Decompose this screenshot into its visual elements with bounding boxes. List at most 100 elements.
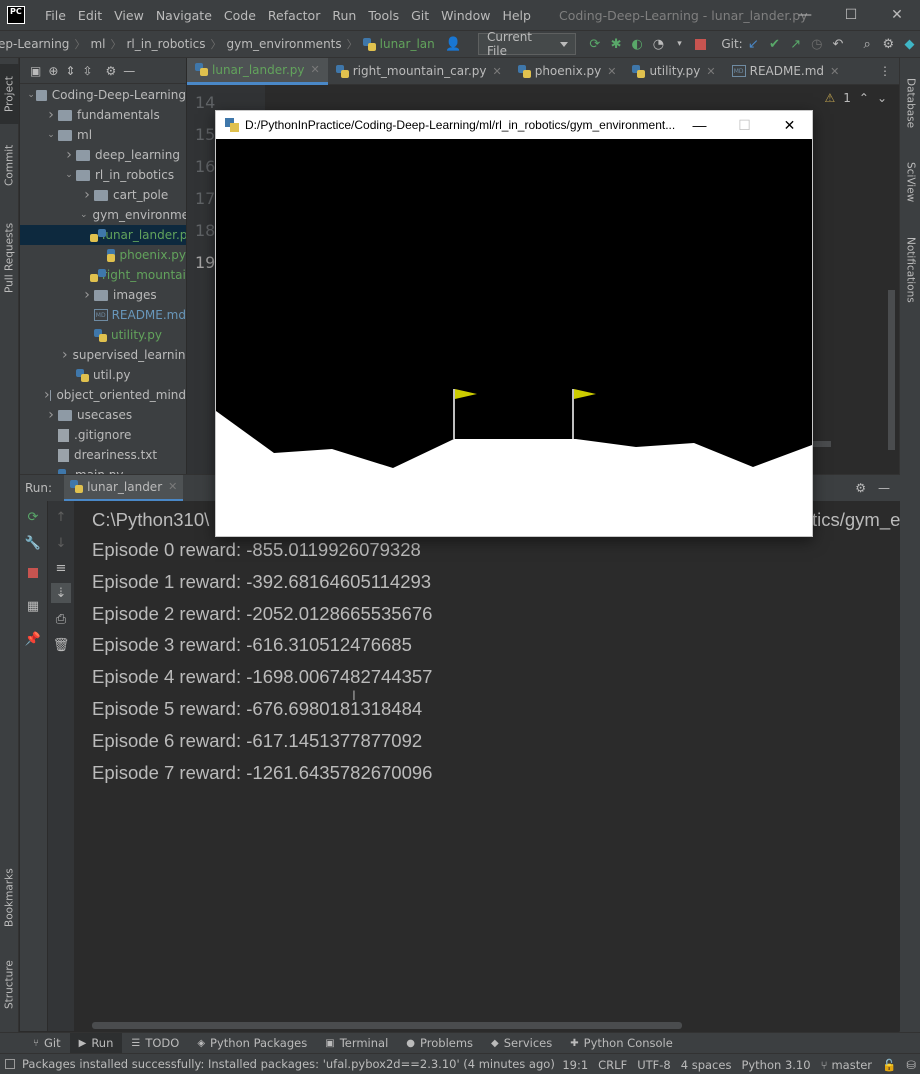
database-tool-tab[interactable]: Database [900, 68, 920, 138]
project-tree-item[interactable]: ⌄ gym_environments [20, 205, 186, 225]
close-icon[interactable]: ✕ [830, 65, 839, 78]
close-icon[interactable]: ✕ [168, 480, 177, 493]
print-icon[interactable]: ⎙ [51, 609, 71, 629]
git-commit-icon[interactable]: ✔ [764, 33, 785, 55]
previous-highlight-icon[interactable]: ⌃ [859, 91, 869, 105]
git-branch-widget[interactable]: ⑂ master [821, 1058, 872, 1072]
project-tree-item[interactable]: › fundamentals [20, 105, 186, 125]
pull-requests-tool-tab[interactable]: Pull Requests [0, 208, 19, 308]
pin-icon[interactable]: 📌 [23, 629, 43, 649]
editor-scrollbar[interactable] [888, 290, 895, 450]
close-icon[interactable]: ✕ [311, 63, 320, 76]
chevron-down-icon[interactable]: ⌄ [62, 170, 76, 180]
inspection-widget[interactable]: ⚠ 1 ⌃ ⌄ [824, 91, 887, 105]
edit-config-icon[interactable]: 🔧 [23, 533, 43, 553]
breadcrumb-item[interactable]: gym_environments [227, 37, 342, 51]
project-tree-item[interactable]: › cart_pole [20, 185, 186, 205]
status-square-icon[interactable] [5, 1059, 15, 1069]
project-tree-item[interactable]: phoenix.py [20, 245, 186, 265]
chevron-down-icon[interactable]: ⌄ [80, 210, 88, 220]
breadcrumb-item[interactable]: rl_in_robotics [126, 37, 205, 51]
scroll-down-icon[interactable]: ↓ [51, 533, 71, 553]
editor-tab[interactable]: phoenix.py ✕ [510, 58, 625, 85]
git-update-icon[interactable]: ↙ [743, 33, 764, 55]
menu-item-git[interactable]: Git [405, 8, 435, 23]
chevron-right-icon[interactable]: › [80, 287, 94, 303]
debug-icon[interactable]: ✱ [605, 33, 626, 55]
more-run-icon[interactable]: ▾ [669, 33, 690, 55]
restore-layout-icon[interactable]: ▦ [23, 596, 43, 616]
close-icon[interactable]: ✕ [607, 65, 616, 78]
run-tab[interactable]: lunar_lander ✕ [64, 474, 184, 502]
maximize-button[interactable]: ☐ [828, 0, 874, 30]
game-maximize-button[interactable]: ☐ [722, 111, 767, 139]
bookmarks-tool-tab[interactable]: Bookmarks [0, 858, 19, 938]
close-icon[interactable]: ✕ [706, 65, 715, 78]
game-window[interactable]: D:/PythonInPractice/Coding-Deep-Learning… [215, 110, 813, 537]
menu-item-code[interactable]: Code [218, 8, 262, 23]
soft-wrap-icon[interactable]: ≡ [51, 558, 71, 578]
indent-setting[interactable]: 4 spaces [681, 1058, 732, 1072]
console-hscrollbar[interactable] [92, 1022, 682, 1029]
user-icon[interactable]: 👤 [443, 33, 464, 55]
coverage-icon[interactable]: ◐ [627, 33, 648, 55]
tab-overflow-icon[interactable]: ⋮ [879, 64, 891, 78]
line-separator[interactable]: CRLF [598, 1058, 627, 1072]
breadcrumb-item[interactable]: ep-Learning [0, 37, 69, 51]
sciview-tool-tab[interactable]: SciView [900, 154, 920, 210]
project-tree-item[interactable]: ⌄ Coding-Deep-Learning [20, 85, 186, 105]
editor-tab[interactable]: right_mountain_car.py ✕ [328, 58, 510, 85]
menu-item-file[interactable]: File [39, 8, 72, 23]
tool-tab-python-packages[interactable]: ◈ Python Packages [188, 1033, 316, 1054]
stop-icon[interactable] [23, 563, 43, 583]
project-tree-item[interactable]: › object_oriented_mind [20, 385, 186, 405]
menu-item-help[interactable]: Help [496, 8, 537, 23]
git-push-icon[interactable]: ↗ [785, 33, 806, 55]
menu-item-edit[interactable]: Edit [72, 8, 108, 23]
game-minimize-button[interactable]: — [677, 111, 722, 139]
chevron-right-icon[interactable]: › [44, 387, 50, 403]
expand-all-icon[interactable]: ⇕ [65, 64, 75, 78]
memory-indicator-icon[interactable]: ⛁ [906, 1058, 916, 1072]
tool-tab-python-console[interactable]: ✚ Python Console [561, 1033, 682, 1054]
collapse-all-icon[interactable]: ⇳ [82, 64, 92, 78]
editor-tab[interactable]: MD README.md ✕ [724, 58, 848, 85]
tool-tab-git[interactable]: ⑂ Git [24, 1033, 70, 1054]
project-tree-item[interactable]: › usecases [20, 405, 186, 425]
clear-all-icon[interactable]: 🗑 [51, 635, 71, 655]
project-tree-item[interactable]: lunar_lander.py [20, 225, 186, 245]
project-tree-item[interactable]: MD README.md [20, 305, 186, 325]
chevron-down-icon[interactable]: ⌄ [44, 130, 58, 140]
menu-item-window[interactable]: Window [435, 8, 496, 23]
plugin-icon[interactable]: ◆ [899, 33, 920, 55]
project-tree-item[interactable]: › deep_learning [20, 145, 186, 165]
tool-tab-todo[interactable]: ☰ TODO [122, 1033, 188, 1054]
scroll-to-end-icon[interactable]: ⇣ [51, 583, 71, 603]
panel-layout-icon[interactable]: ▣ [30, 64, 41, 78]
project-tree-item[interactable]: dreariness.txt [20, 445, 186, 465]
run-configuration-select[interactable]: Current File [477, 30, 577, 58]
project-tree-item[interactable]: ⌄ ml [20, 125, 186, 145]
editor-tab[interactable]: utility.py ✕ [624, 58, 723, 85]
breadcrumb-item[interactable]: lunar_lan [380, 37, 435, 51]
hide-panel-icon[interactable]: — [123, 64, 135, 78]
close-button[interactable]: ✕ [874, 0, 920, 30]
menu-item-tools[interactable]: Tools [362, 8, 405, 23]
panel-settings-icon[interactable]: ⚙ [106, 64, 117, 78]
caret-position[interactable]: 19:1 [562, 1058, 588, 1072]
structure-tool-tab[interactable]: Structure [0, 948, 19, 1022]
project-tool-tab[interactable]: Project [0, 64, 19, 124]
game-window-titlebar[interactable]: D:/PythonInPractice/Coding-Deep-Learning… [216, 111, 812, 139]
next-highlight-icon[interactable]: ⌄ [877, 91, 887, 105]
minimize-button[interactable]: — [782, 0, 828, 30]
rerun-icon[interactable]: ⟳ [23, 507, 43, 527]
project-tree-item[interactable]: utility.py [20, 325, 186, 345]
stop-icon[interactable] [690, 33, 711, 55]
tool-tab-terminal[interactable]: ▣ Terminal [316, 1033, 397, 1054]
project-tree-item[interactable]: › images [20, 285, 186, 305]
project-tree-item[interactable]: › supervised_learning [20, 345, 186, 365]
commit-tool-tab[interactable]: Commit [0, 132, 19, 198]
notifications-tool-tab[interactable]: Notifications [900, 228, 920, 312]
project-tree-item[interactable]: main.py [20, 465, 186, 474]
chevron-right-icon[interactable]: › [44, 407, 58, 423]
